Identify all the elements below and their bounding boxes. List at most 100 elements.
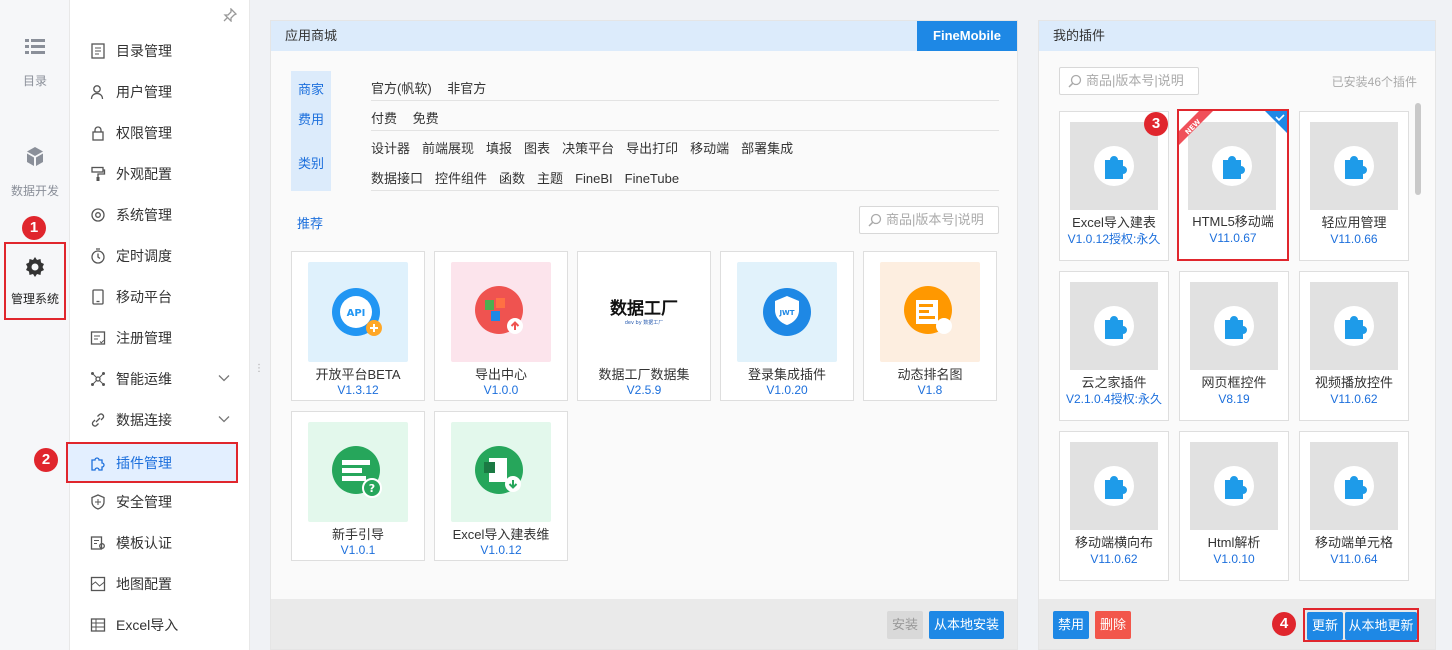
menu-item-label: 用户管理 [116, 83, 172, 100]
filter-option[interactable]: 填报 [486, 141, 512, 156]
pin-icon[interactable] [223, 8, 237, 22]
store-card-export-center[interactable]: 导出中心 V1.0.0 [434, 251, 568, 401]
filter-option[interactable]: 设计器 [371, 141, 410, 156]
filter-option[interactable]: FineBI [575, 171, 613, 186]
finemobile-tag[interactable]: FineMobile [917, 21, 1017, 51]
rail-item-data-dev[interactable]: 数据开发 [0, 146, 70, 199]
plugin-search-input[interactable]: 商品|版本号|说明 [1059, 67, 1199, 95]
splitter-handle[interactable]: ⋮ [254, 362, 264, 376]
filter-option[interactable]: 决策平台 [562, 141, 614, 156]
filter-option[interactable]: 部署集成 [741, 141, 793, 156]
plugin-thumbnail [1190, 442, 1278, 530]
plugin-name: HTML5移动端 [1192, 214, 1274, 229]
update-button[interactable]: 更新 [1307, 612, 1343, 640]
installed-count: 已安装46个插件 [1331, 75, 1417, 89]
chevron-down-icon[interactable] [218, 413, 230, 425]
document-icon [91, 42, 105, 59]
link-icon [91, 412, 105, 427]
plugin-thumbnail [1190, 282, 1278, 370]
certificate-icon [90, 535, 105, 550]
filter-option[interactable]: 非官方 [447, 81, 486, 96]
search-icon [868, 213, 882, 227]
plugin-name: 数据工厂数据集 [598, 367, 690, 382]
menu-item-mobile[interactable]: 移动平台 [70, 276, 250, 317]
menu-item-data-connection[interactable]: 数据连接 [70, 399, 250, 440]
divider [371, 100, 999, 101]
plugin-thumbnail: 数据工厂 dev by 数据工厂 [594, 262, 694, 362]
plugin-card-mobile-cell[interactable]: 移动端单元格 V11.0.64 [1299, 431, 1409, 581]
plugin-version: V1.0.1 [340, 543, 376, 557]
menu-item-appearance[interactable]: 外观配置 [70, 153, 250, 194]
menu-item-permissions[interactable]: 权限管理 [70, 112, 250, 153]
store-card-login-integration[interactable]: JWT 登录集成插件 V1.0.20 [720, 251, 854, 401]
ranking-chart-icon [904, 286, 952, 334]
scrollbar[interactable] [1415, 103, 1421, 195]
menu-item-label: Excel导入 [116, 616, 179, 633]
store-card-open-platform[interactable]: API 开放平台BETA V1.3.12 [291, 251, 425, 401]
plugin-card-video[interactable]: 视频播放控件 V11.0.62 [1299, 271, 1409, 421]
plugin-card-mobile-horizontal[interactable]: 移动端横向布 V11.0.62 [1059, 431, 1169, 581]
plugin-card-html-parse[interactable]: Html解析 V1.0.10 [1179, 431, 1289, 581]
store-search-input[interactable]: 商品|版本号|说明 [859, 206, 999, 234]
menu-item-schedule[interactable]: 定时调度 [70, 235, 250, 276]
delete-button[interactable]: 删除 [1095, 611, 1131, 639]
menu-item-registration[interactable]: 注册管理 [70, 317, 250, 358]
menu-item-label: 数据连接 [116, 411, 172, 428]
update-from-local-button[interactable]: 从本地更新 [1345, 612, 1417, 640]
filter-option[interactable]: 控件组件 [435, 171, 487, 186]
chevron-down-icon[interactable] [218, 372, 230, 384]
menu-item-template-cert[interactable]: 模板认证 [70, 522, 250, 563]
filter-option[interactable]: FineTube [625, 171, 679, 186]
filter-option[interactable]: 图表 [524, 141, 550, 156]
menu-item-label: 目录管理 [116, 42, 172, 59]
new-ribbon-icon: NEW [1179, 111, 1213, 145]
filter-option[interactable]: 前端展现 [422, 141, 474, 156]
rail-item-catalog[interactable]: 目录 [0, 36, 70, 89]
plugin-version: V11.0.64 [1330, 552, 1378, 566]
store-card-beginner-guide[interactable]: ? 新手引导 V1.0.1 [291, 411, 425, 561]
filter-option[interactable]: 主题 [537, 171, 563, 186]
plugin-card-iframe[interactable]: 网页框控件 V8.19 [1179, 271, 1289, 421]
plugin-name: 导出中心 [474, 367, 527, 382]
plugin-version: V1.0.10 [1213, 552, 1255, 566]
plugin-card-yunzhijia[interactable]: 云之家插件 V2.1.0.4授权:永久 [1059, 271, 1169, 421]
filter-option[interactable]: 数据接口 [371, 171, 423, 186]
filter-option[interactable]: 免费 [413, 111, 439, 126]
store-card-dynamic-ranking[interactable]: 动态排名图 V1.8 [863, 251, 997, 401]
menu-item-ops[interactable]: 智能运维 [70, 358, 250, 399]
menu-item-users[interactable]: 用户管理 [70, 71, 250, 112]
disable-button[interactable]: 禁用 [1053, 611, 1089, 639]
store-card-data-factory[interactable]: 数据工厂 dev by 数据工厂 数据工厂数据集 V2.5.9 [577, 251, 711, 401]
divider [371, 190, 999, 191]
menu-item-security[interactable]: 安全管理 [70, 481, 250, 522]
menu-item-catalog[interactable]: 目录管理 [70, 30, 250, 71]
category-filter-row-1: 设计器 前端展现 填报 图表 决策平台 导出打印 移动端 部署集成 [371, 138, 999, 157]
menu-item-label: 安全管理 [116, 493, 172, 510]
svg-text:API: API [347, 308, 366, 319]
filter-option[interactable]: 官方(帆软) [371, 81, 432, 96]
menu-item-system[interactable]: 系统管理 [70, 194, 250, 235]
paint-roller-icon [91, 166, 106, 181]
puzzle-icon [1094, 146, 1134, 186]
filter-option[interactable]: 移动端 [690, 141, 729, 156]
search-placeholder: 商品|版本号|说明 [1086, 73, 1184, 88]
filter-label-fee: 费用 [297, 112, 324, 127]
menu-item-map[interactable]: 地图配置 [70, 563, 250, 604]
filter-label-category: 类别 [297, 156, 324, 171]
rail-item-management[interactable]: 管理系统 [4, 242, 66, 320]
store-card-excel-import[interactable]: Excel导入建表维 V1.0.12 [434, 411, 568, 561]
plugin-name: 移动端横向布 [1074, 535, 1153, 550]
svg-text:?: ? [369, 482, 375, 495]
install-button[interactable]: 安装 [887, 611, 923, 639]
filter-option[interactable]: 付费 [371, 111, 397, 126]
plugin-card-light-app[interactable]: 轻应用管理 V11.0.66 [1299, 111, 1409, 261]
filter-option[interactable]: 导出打印 [626, 141, 678, 156]
filter-option[interactable]: 函数 [499, 171, 525, 186]
menu-item-plugins[interactable]: 插件管理 [66, 442, 238, 483]
shield-icon [91, 493, 105, 510]
plugin-card-html5-mobile[interactable]: NEW HTML5移动端 V11.0.67 [1177, 109, 1289, 261]
my-plugins-header: 我的插件 [1039, 21, 1435, 51]
install-from-local-button[interactable]: 从本地安装 [929, 611, 1004, 639]
menu-item-label: 智能运维 [116, 370, 172, 387]
menu-item-excel-import[interactable]: Excel导入 [70, 604, 250, 645]
